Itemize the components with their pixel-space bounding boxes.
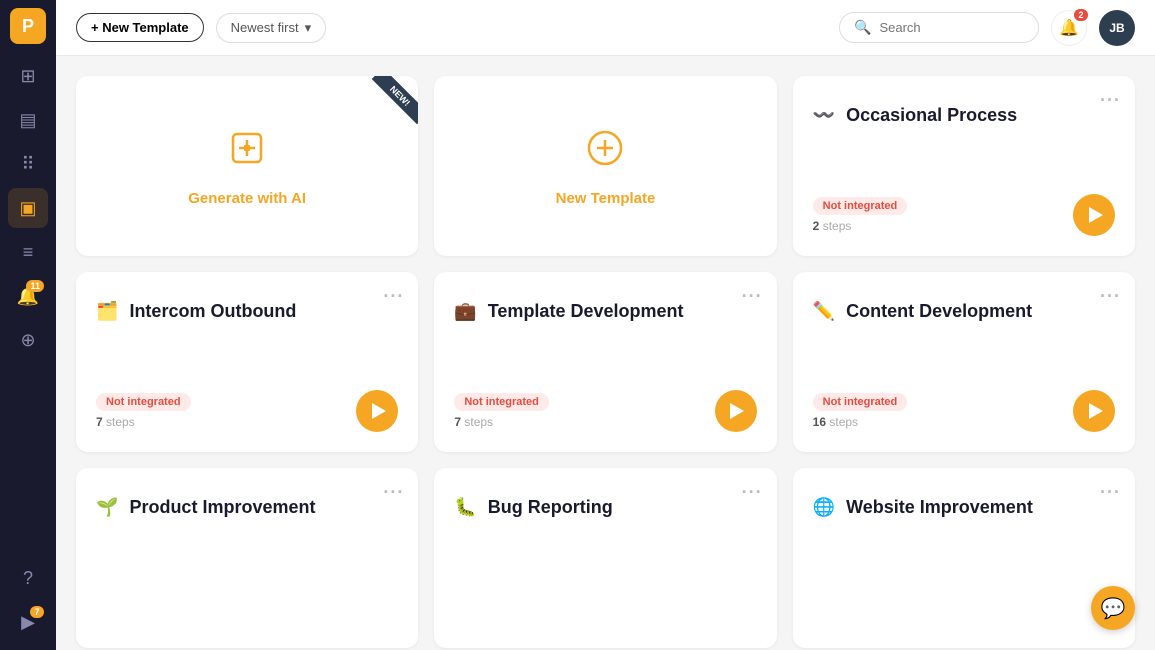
card-website-improvement: ··· 🌐 Website Improvement xyxy=(793,468,1135,648)
card-occasional-process: ··· 〰️ Occasional Process Not integrated… xyxy=(793,76,1135,256)
sidebar-item-dashboard[interactable]: ⊞ xyxy=(8,56,48,96)
template-grid: Generate with AI New Template ··· 〰️ xyxy=(76,76,1135,648)
notification-badge: 2 xyxy=(1074,9,1088,21)
card-bug-reporting: ··· 🐛 Bug Reporting xyxy=(434,468,776,648)
card-menu-product[interactable]: ··· xyxy=(383,482,404,503)
avatar-text: JB xyxy=(1109,21,1124,35)
run-button-intercom[interactable] xyxy=(356,390,398,432)
run-button-content-dev[interactable] xyxy=(1073,390,1115,432)
sidebar-item-integrations[interactable]: ⊕ xyxy=(8,320,48,360)
chevron-down-icon: ▾ xyxy=(305,20,312,36)
grid-icon: ▤ xyxy=(19,110,36,131)
card-title-template-dev: 💼 Template Development xyxy=(454,300,756,339)
card-menu-template-dev[interactable]: ··· xyxy=(742,286,763,307)
play-icon-intercom xyxy=(372,403,386,419)
card-footer-left-template-dev: Not integrated 7 steps xyxy=(454,393,549,429)
sidebar-item-apps[interactable]: ⠿ xyxy=(8,144,48,184)
card-menu-intercom[interactable]: ··· xyxy=(383,286,404,307)
generate-label: Generate with AI xyxy=(188,190,306,207)
sidebar-logo[interactable]: P xyxy=(10,8,46,44)
product-emoji: 🌱 xyxy=(96,497,118,517)
steps-label-intercom: 7 steps xyxy=(96,415,191,429)
content-dev-emoji: ✏️ xyxy=(813,301,835,321)
search-input[interactable] xyxy=(879,20,1024,35)
sidebar-item-templates[interactable]: ▣ xyxy=(8,188,48,228)
card-menu-occasional[interactable]: ··· xyxy=(1100,90,1121,111)
card-footer-content-dev: Not integrated 16 steps xyxy=(813,390,1115,432)
search-box: 🔍 xyxy=(839,12,1039,43)
new-template-card-icon xyxy=(583,126,627,180)
template-dev-emoji: 💼 xyxy=(454,301,476,321)
steps-label-occasional: 2 steps xyxy=(813,219,908,233)
steps-label-template-dev: 7 steps xyxy=(454,415,549,429)
card-footer-occasional: Not integrated 2 steps xyxy=(813,194,1115,236)
sidebar-item-grid[interactable]: ▤ xyxy=(8,100,48,140)
card-footer-left-occasional: Not integrated 2 steps xyxy=(813,197,908,233)
not-integrated-badge-template-dev: Not integrated xyxy=(454,393,549,411)
main-content: + New Template Newest first ▾ 🔍 🔔 2 JB xyxy=(56,0,1155,650)
website-emoji: 🌐 xyxy=(813,497,835,517)
templates-icon: ▣ xyxy=(19,198,36,219)
intercom-emoji: 🗂️ xyxy=(96,301,118,321)
sidebar-item-list[interactable]: ≡ xyxy=(8,232,48,272)
sidebar-item-play[interactable]: ▶ 7 xyxy=(8,602,48,642)
generate-icon xyxy=(225,126,269,180)
run-button-template-dev[interactable] xyxy=(715,390,757,432)
card-title-website: 🌐 Website Improvement xyxy=(813,496,1115,535)
card-footer-template-dev: Not integrated 7 steps xyxy=(454,390,756,432)
list-icon: ≡ xyxy=(23,242,34,263)
help-icon: ? xyxy=(23,568,33,589)
card-footer-left-intercom: Not integrated 7 steps xyxy=(96,393,191,429)
not-integrated-badge-intercom: Not integrated xyxy=(96,393,191,411)
not-integrated-badge-occasional: Not integrated xyxy=(813,197,908,215)
notification-button[interactable]: 🔔 2 xyxy=(1051,10,1087,46)
sort-button[interactable]: Newest first ▾ xyxy=(216,13,326,43)
card-title-content-dev: ✏️ Content Development xyxy=(813,300,1115,339)
new-template-button-label: + New Template xyxy=(91,20,189,35)
card-content-development: ··· ✏️ Content Development Not integrate… xyxy=(793,272,1135,452)
steps-label-content-dev: 16 steps xyxy=(813,415,908,429)
play-icon-content-dev xyxy=(1089,403,1103,419)
logo-text: P xyxy=(22,16,34,37)
card-title-occasional: 〰️ Occasional Process xyxy=(813,104,1115,143)
play-icon-occasional xyxy=(1089,207,1103,223)
card-intercom-outbound: ··· 🗂️ Intercom Outbound Not integrated … xyxy=(76,272,418,452)
chat-bubble[interactable]: 💬 xyxy=(1091,586,1135,630)
new-template-card-label: New Template xyxy=(556,190,656,207)
run-button-occasional[interactable] xyxy=(1073,194,1115,236)
card-title-bug: 🐛 Bug Reporting xyxy=(454,496,756,535)
notification-icon: 🔔 xyxy=(1059,18,1079,38)
sidebar-item-help[interactable]: ? xyxy=(8,558,48,598)
content-area: Generate with AI New Template ··· 〰️ xyxy=(56,56,1155,650)
card-menu-bug[interactable]: ··· xyxy=(742,482,763,503)
card-product-improvement: ··· 🌱 Product Improvement xyxy=(76,468,418,648)
integrations-icon: ⊕ xyxy=(20,330,35,351)
occasional-emoji: 〰️ xyxy=(813,105,835,125)
card-menu-website[interactable]: ··· xyxy=(1100,482,1121,503)
apps-icon: ⠿ xyxy=(21,154,34,175)
card-generate-ai[interactable]: Generate with AI xyxy=(76,76,418,256)
card-footer-left-content-dev: Not integrated 16 steps xyxy=(813,393,908,429)
header: + New Template Newest first ▾ 🔍 🔔 2 JB xyxy=(56,0,1155,56)
card-footer-intercom: Not integrated 7 steps xyxy=(96,390,398,432)
play-badge: 7 xyxy=(30,606,44,618)
not-integrated-badge-content-dev: Not integrated xyxy=(813,393,908,411)
chat-icon: 💬 xyxy=(1101,596,1126,621)
bug-emoji: 🐛 xyxy=(454,497,476,517)
sidebar-item-notifications[interactable]: 🔔 11 xyxy=(8,276,48,316)
new-template-button[interactable]: + New Template xyxy=(76,13,204,42)
card-new-template[interactable]: New Template xyxy=(434,76,776,256)
card-title-intercom: 🗂️ Intercom Outbound xyxy=(96,300,398,339)
avatar[interactable]: JB xyxy=(1099,10,1135,46)
sort-label: Newest first xyxy=(231,20,299,35)
new-badge xyxy=(362,76,418,132)
notifications-badge: 11 xyxy=(26,280,44,292)
card-menu-content-dev[interactable]: ··· xyxy=(1100,286,1121,307)
play-icon-template-dev xyxy=(730,403,744,419)
card-title-product: 🌱 Product Improvement xyxy=(96,496,398,535)
card-template-development: ··· 💼 Template Development Not integrate… xyxy=(434,272,776,452)
search-icon: 🔍 xyxy=(854,19,871,36)
dashboard-icon: ⊞ xyxy=(20,66,35,87)
sidebar: P ⊞ ▤ ⠿ ▣ ≡ 🔔 11 ⊕ ? ▶ 7 xyxy=(0,0,56,650)
